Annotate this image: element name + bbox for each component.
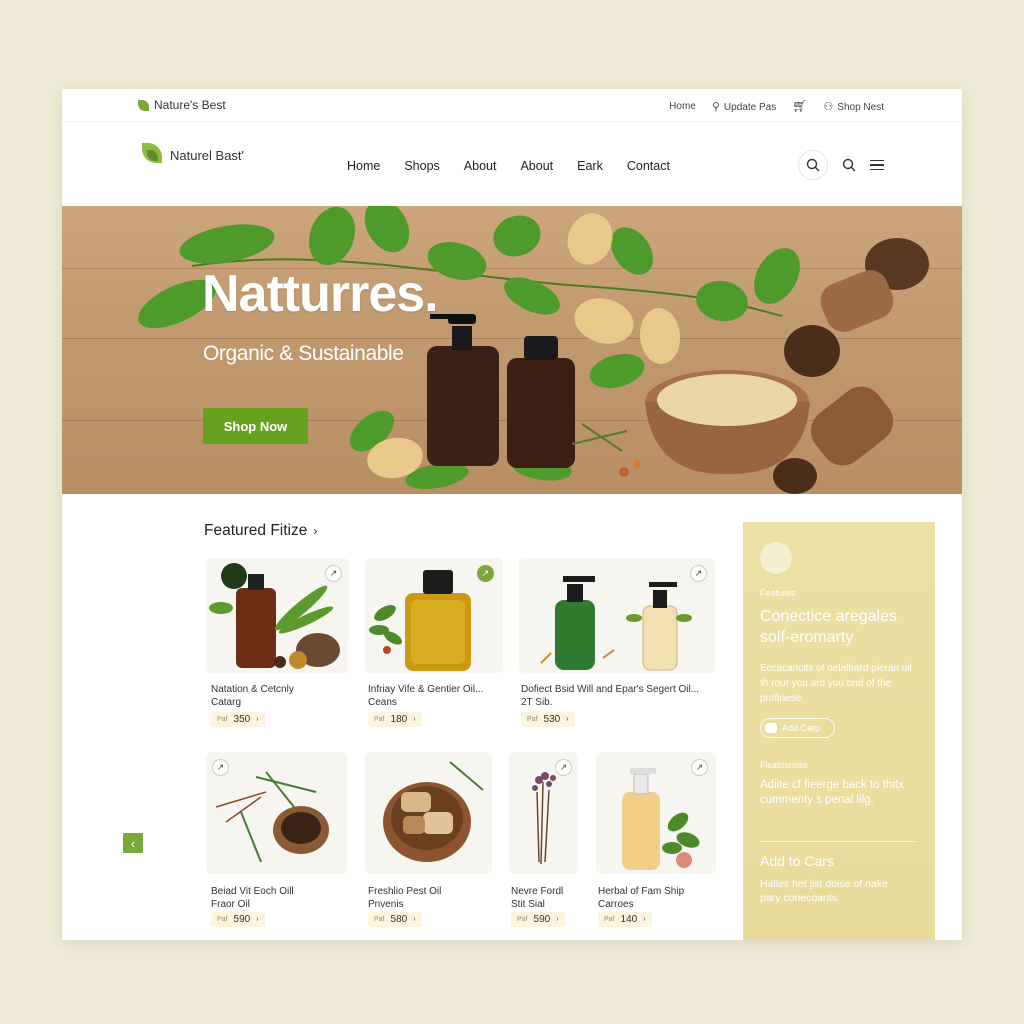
product-card[interactable]: ↗ Beiad Vit Eoch Oill Fraor Oil Paf 590 › — [206, 752, 349, 927]
nav-link-home[interactable]: Home — [347, 159, 380, 173]
cart-icon[interactable]: 🛒︎ — [792, 99, 807, 113]
nav-link-eark[interactable]: Eark — [577, 159, 603, 173]
page: Nature's Best Home ⚲ Update Pas 🛒︎ ⚇ Shop … — [62, 89, 962, 940]
price-pill[interactable]: Paf 590 › — [511, 912, 565, 927]
search-icon-secondary[interactable] — [842, 158, 856, 172]
nav-link-shops[interactable]: Shops — [404, 159, 439, 173]
product-name: Natation & Cetcnly Catarg — [211, 684, 294, 708]
sidebar-badge-icon — [760, 542, 792, 574]
hero-botanical-illustration — [138, 206, 929, 494]
featured-heading-label: Featured Fitize — [204, 522, 308, 539]
product-card[interactable]: ↗ Herbal of Fam Ship Carroes Paf 140 › — [596, 752, 717, 927]
utility-link-shop-label: Shop Nest — [837, 101, 884, 113]
price-pill[interactable]: Paf 180 › — [368, 712, 422, 727]
price-pill[interactable]: Paf 580 › — [368, 912, 422, 927]
product-card[interactable]: ↗ Natation & Cetcnly Catarg Paf 350 › — [206, 558, 349, 728]
sidebar-body-3: Halles het jist doise of nake pary conec… — [760, 878, 888, 904]
nav-icons — [798, 150, 884, 180]
leaf-logo-icon — [138, 99, 149, 111]
price: 140 — [620, 914, 638, 925]
hero-title: Natturres. — [202, 265, 439, 323]
product-card[interactable]: ↗ Infriay Vife & Gentier Oil... Ceans Paf… — [365, 558, 503, 728]
price: 180 — [390, 714, 408, 725]
price: 350 — [233, 714, 251, 725]
utility-logo[interactable]: Nature's Best — [138, 98, 226, 112]
featured-heading[interactable]: Featured Fitize › — [204, 522, 317, 540]
features-sidebar: Features Conectice aregales solf-eromart… — [743, 522, 935, 940]
product-name: Herbal of Fam Ship Carroes — [598, 886, 685, 910]
product-image — [519, 558, 715, 673]
utility-link-update[interactable]: ⚲ Update Pas — [712, 100, 776, 113]
product-name: Nevre Fordl Stit Sial — [511, 886, 564, 910]
leaf-badge-icon[interactable]: ↗ — [325, 565, 342, 582]
product-name: Freshlio Pest Oil Pnvenis — [368, 886, 442, 910]
sidebar-body-2: Adiite cf fieerge back to thitx cummenty… — [760, 779, 904, 806]
location-icon: ⚲ — [711, 100, 720, 113]
price: 530 — [543, 714, 561, 725]
nav-link-about-2[interactable]: About — [520, 159, 553, 173]
leaf-badge-icon[interactable]: ↗ — [691, 759, 708, 776]
add-cart-pill[interactable]: Add Carp — [760, 718, 835, 738]
utility-link-home[interactable]: Home — [669, 101, 696, 112]
utility-logo-text: Nature's Best — [154, 98, 226, 112]
sidebar-divider — [760, 841, 917, 842]
user-icon: ⚇ — [823, 100, 834, 113]
sidebar-eyebrow: Features — [760, 588, 796, 598]
utility-links: Home ⚲ Update Pas 🛒︎ ⚇ Shop Nest — [669, 99, 884, 113]
brand-logo[interactable]: Naturel Bast' — [140, 140, 244, 170]
product-name: Dofiect Bsid Will and Epar's Segert Oil.… — [521, 684, 700, 708]
hero-subtitle: Organic & Sustainable — [203, 342, 404, 365]
nav-link-about[interactable]: About — [464, 159, 497, 173]
utility-bar: Nature's Best Home ⚲ Update Pas 🛒︎ ⚇ Shop … — [62, 89, 962, 122]
product-name: Infriay Vife & Gentier Oil... Ceans — [368, 684, 484, 708]
product-image — [365, 752, 492, 874]
chevron-left-icon[interactable]: ‹ — [123, 833, 143, 853]
product-illustration — [383, 761, 484, 862]
add-to-cart-heading[interactable]: Add to Cars — [760, 853, 834, 869]
product-illustration — [540, 576, 692, 671]
chevron-right-icon: › — [313, 524, 318, 538]
leaf-brand-icon — [140, 140, 164, 170]
price-pill[interactable]: Paf 530 › — [521, 712, 575, 727]
product-card[interactable]: ↗ Dofiect Bsid Will and Epar's Segert Oi… — [519, 558, 717, 728]
shop-now-button[interactable]: Shop Now — [203, 408, 308, 444]
leaf-badge-icon[interactable]: ↗ — [690, 565, 707, 582]
main-nav: Naturel Bast' Home Shops About About Ear… — [62, 122, 962, 206]
leaf-badge-icon[interactable]: ↗ — [477, 565, 494, 582]
nav-links: Home Shops About About Eark Contact — [347, 159, 670, 173]
search-icon — [806, 158, 820, 172]
sidebar-heading: Conectice aregales solf-eromarty — [760, 608, 897, 646]
price-pill[interactable]: Paf 590 › — [211, 912, 265, 927]
price: 590 — [233, 914, 251, 925]
leaf-badge-icon[interactable]: ↗ — [555, 759, 572, 776]
brand-name: Naturel Bast' — [170, 147, 245, 163]
price: 580 — [390, 914, 408, 925]
add-cart-pill-label: Add Carp — [782, 723, 821, 733]
product-name: Beiad Vit Eoch Oill Fraor Oil — [211, 886, 294, 910]
utility-link-shop[interactable]: ⚇ Shop Nest — [823, 100, 884, 113]
price: 590 — [533, 914, 551, 925]
leaf-badge-icon[interactable]: ↗ — [212, 759, 229, 776]
sidebar-eyebrow-2: Ficatosnelis — [760, 760, 808, 770]
sidebar-body: Eccacancits of oelalbard pieran oil th r… — [760, 663, 912, 704]
product-card[interactable]: ↗ Nevre Fordl Stit Sial Paf 590 › — [509, 752, 579, 927]
hero-banner: Natturres. Organic & Sustainable Shop No… — [62, 206, 962, 494]
price-pill[interactable]: Paf 350 › — [211, 712, 265, 727]
nav-link-contact[interactable]: Contact — [627, 159, 670, 173]
cart-icon — [765, 723, 777, 733]
utility-link-update-label: Update Pas — [723, 101, 777, 113]
price-pill[interactable]: Paf 140 › — [598, 912, 652, 927]
menu-icon[interactable] — [870, 159, 884, 171]
product-card[interactable]: Freshlio Pest Oil Pnvenis Paf 580 › — [365, 752, 493, 927]
search-button[interactable] — [798, 150, 828, 180]
